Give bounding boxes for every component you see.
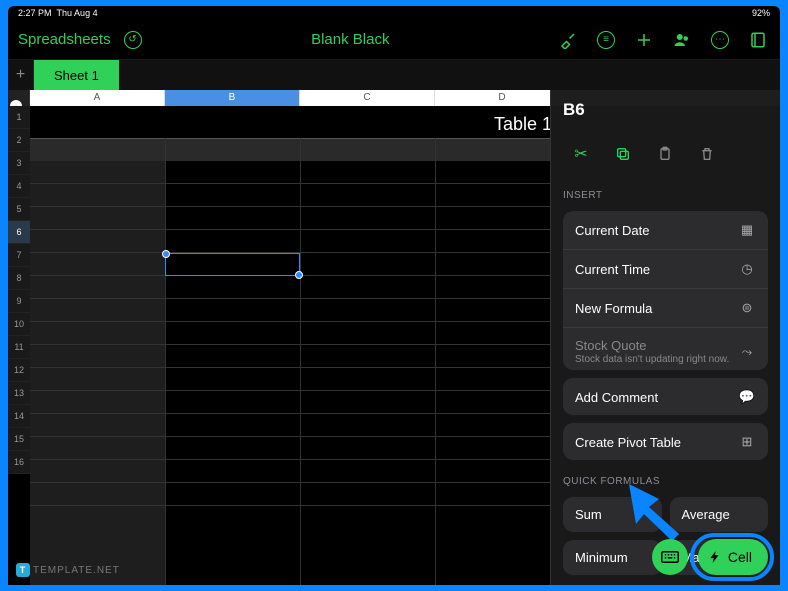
row-header[interactable]: 6 [8, 221, 30, 244]
insert-icon[interactable] [746, 28, 770, 52]
row-header[interactable]: 16 [8, 451, 30, 474]
insert-list: Current Date ▦ Current Time ◷ New Formul… [563, 211, 768, 370]
formula-minimum[interactable]: Minimum [563, 540, 662, 575]
quick-formulas-label: QUICK FORMULAS [563, 476, 768, 487]
row-header[interactable]: 5 [8, 198, 30, 221]
sheet-tab-strip: + Sheet 1 [8, 60, 780, 90]
sheet-tab-1[interactable]: Sheet 1 [34, 60, 119, 90]
watermark: T TEMPLATE.NET [16, 563, 120, 577]
row-headers: 1 2 3 4 5 6 7 8 9 10 11 12 13 14 15 16 [8, 106, 30, 585]
selection-handle-icon[interactable] [162, 250, 170, 258]
row-header[interactable]: 15 [8, 428, 30, 451]
row-header[interactable]: 14 [8, 405, 30, 428]
app-toolbar: Spreadsheets ↺ Blank Black ≡ ⋯ [8, 20, 780, 60]
keyboard-button[interactable] [652, 539, 688, 575]
table-name[interactable]: Table 1 [494, 114, 552, 135]
more-icon[interactable]: ⋯ [708, 28, 732, 52]
row-header[interactable]: 10 [8, 313, 30, 336]
insert-section-label: INSERT [563, 190, 768, 201]
formula-sum[interactable]: Sum [563, 497, 662, 532]
row-header[interactable]: 13 [8, 382, 30, 405]
row-header[interactable]: 4 [8, 175, 30, 198]
status-time: 2:27 PM [18, 8, 52, 18]
cell-reference-label: B6 [563, 100, 585, 120]
row-header[interactable]: 9 [8, 290, 30, 313]
comment-list: Add Comment 💬 [563, 378, 768, 415]
stock-quote-subtext: Stock data isn't updating right now. [575, 354, 729, 365]
clock-icon: ◷ [738, 260, 756, 278]
row-header[interactable]: 8 [8, 267, 30, 290]
col-header-c[interactable]: C [300, 90, 435, 106]
equals-icon: ⊜ [738, 299, 756, 317]
status-date: Thu Aug 4 [57, 8, 98, 18]
row-header[interactable]: 1 [8, 106, 30, 129]
cell-action-panel: B6 ✂ INSERT Current Date ▦ Current Time … [550, 90, 780, 585]
copy-icon[interactable] [609, 140, 637, 168]
selection-handle-icon[interactable] [295, 271, 303, 279]
delete-icon[interactable] [693, 140, 721, 168]
insert-new-formula[interactable]: New Formula ⊜ [563, 288, 768, 327]
keyboard-icon [661, 551, 679, 563]
selected-cell-b6[interactable] [165, 253, 300, 276]
create-pivot-table[interactable]: Create Pivot Table ⊞ [563, 423, 768, 460]
lightning-icon [708, 550, 722, 564]
row-header[interactable]: 3 [8, 152, 30, 175]
status-battery: 92% [752, 8, 770, 18]
insert-stock-quote[interactable]: Stock Quote Stock data isn't updating ri… [563, 327, 768, 370]
document-title[interactable]: Blank Black [155, 31, 546, 48]
undo-icon[interactable]: ↺ [121, 28, 145, 52]
formula-average[interactable]: Average [670, 497, 769, 532]
row-header[interactable]: 11 [8, 336, 30, 359]
add-comment[interactable]: Add Comment 💬 [563, 378, 768, 415]
cell-button-label: Cell [728, 549, 752, 565]
col-header-b[interactable]: B [165, 90, 300, 106]
comment-icon: 💬 [738, 388, 756, 406]
paste-icon[interactable] [651, 140, 679, 168]
row-header[interactable]: 12 [8, 359, 30, 382]
col-header-a[interactable]: A [30, 90, 165, 106]
back-to-spreadsheets[interactable]: Spreadsheets [18, 31, 111, 48]
stock-chart-icon: ⤳ [738, 343, 756, 361]
add-sheet-button[interactable]: + [8, 60, 34, 90]
organize-icon[interactable]: ≡ [594, 28, 618, 52]
calendar-icon: ▦ [738, 221, 756, 239]
row-header[interactable]: 7 [8, 244, 30, 267]
watermark-logo-icon: T [16, 563, 30, 577]
insert-current-time[interactable]: Current Time ◷ [563, 249, 768, 288]
insert-current-date[interactable]: Current Date ▦ [563, 211, 768, 249]
paintbrush-icon[interactable] [556, 28, 580, 52]
cell-button[interactable]: Cell [698, 539, 768, 575]
add-icon[interactable] [632, 28, 656, 52]
pivot-list: Create Pivot Table ⊞ [563, 423, 768, 460]
spreadsheet-area: ◦ A B C D 1 2 3 4 5 6 7 8 9 10 11 12 13 … [8, 90, 780, 585]
collab-icon[interactable] [670, 28, 694, 52]
row-header[interactable]: 2 [8, 129, 30, 152]
cut-icon[interactable]: ✂ [567, 140, 595, 168]
pivot-icon: ⊞ [738, 433, 756, 451]
